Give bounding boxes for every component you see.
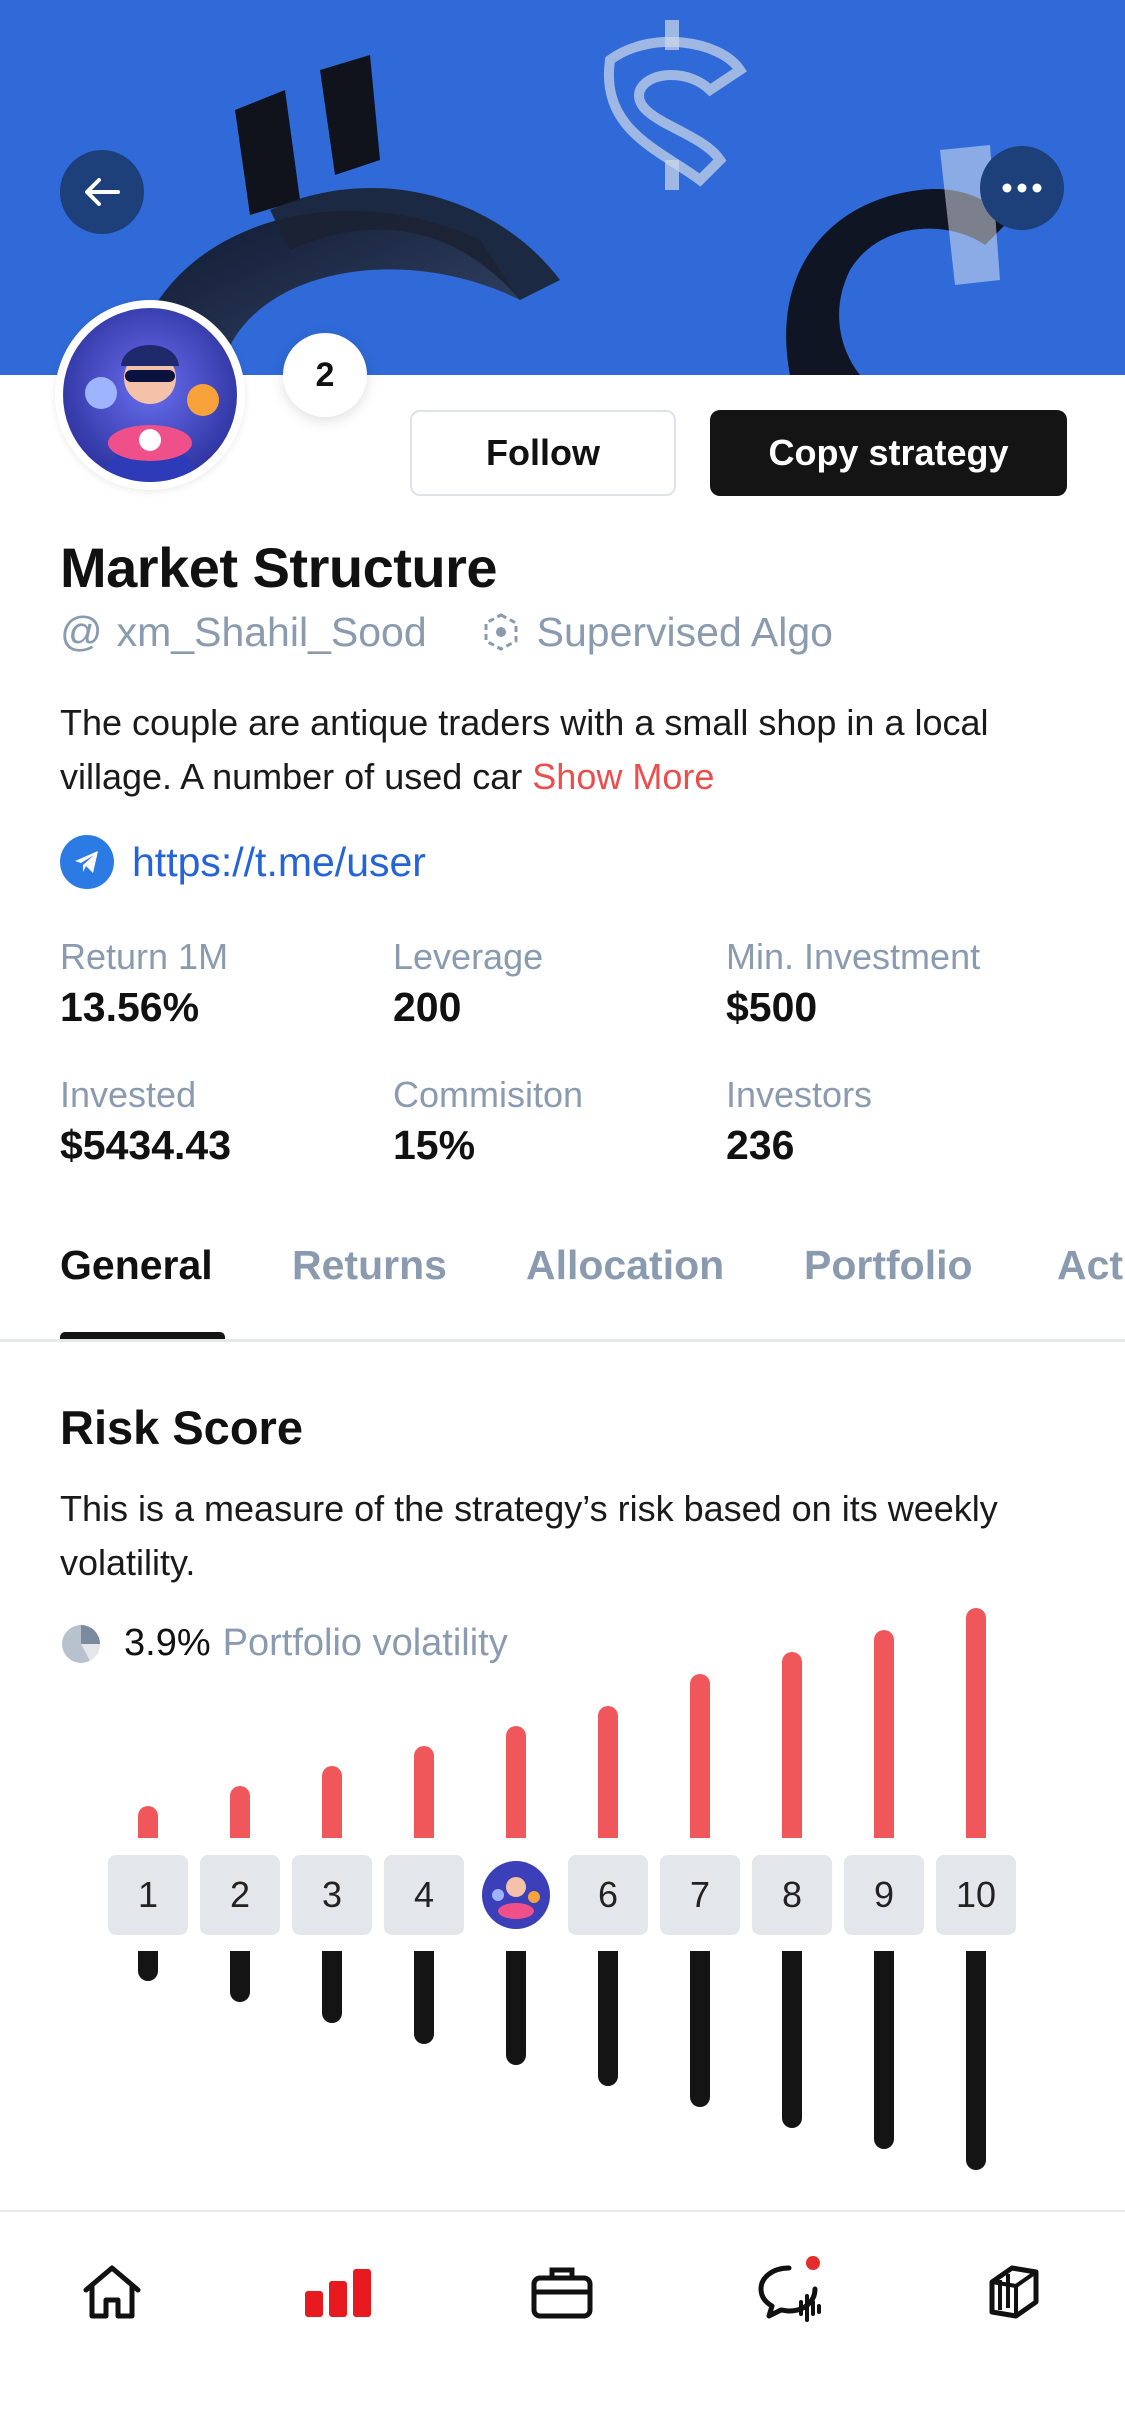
algo-chip-icon <box>481 612 521 652</box>
arrow-left-icon <box>85 178 120 206</box>
copy-strategy-button[interactable]: Copy strategy <box>710 410 1067 496</box>
risk-bar-lower <box>966 1951 986 2170</box>
risk-level-current <box>476 1855 556 1935</box>
chart-bars-icon <box>305 2269 371 2317</box>
stat-value: 15% <box>393 1122 476 1168</box>
description: The couple are antique traders with a sm… <box>60 696 1060 804</box>
risk-avatar-marker <box>478 1857 554 1933</box>
stat-min-investment: Min. Investment $500 <box>726 935 1100 1033</box>
description-text: The couple are antique traders with a sm… <box>60 702 989 797</box>
risk-level-chip: 9 <box>844 1855 924 1935</box>
stat-value: 13.56% <box>60 984 200 1030</box>
nav-more[interactable] <box>972 2252 1052 2332</box>
risk-bar-upper <box>874 1630 894 1838</box>
stat-label: Investors <box>726 1074 873 1115</box>
risk-level-chip: 4 <box>384 1855 464 1935</box>
stat-label: Invested <box>60 1074 197 1115</box>
risk-bar-upper <box>230 1786 250 1838</box>
tab-portfolio[interactable]: Portfolio <box>804 1242 973 1289</box>
risk-bar-lower <box>690 1951 710 2107</box>
stat-label: Leverage <box>393 936 544 977</box>
user-handle[interactable]: xm_Shahil_Sood <box>117 609 427 656</box>
strategy-type: Supervised Algo <box>536 608 833 655</box>
stat-invested: Invested $5434.43 <box>60 1073 393 1171</box>
risk-level-chip: 2 <box>200 1855 280 1935</box>
at-icon: @ <box>60 608 103 655</box>
risk-bar-lower <box>506 1951 526 2065</box>
risk-level-chip: 1 <box>108 1855 188 1935</box>
nav-strategies[interactable] <box>298 2252 378 2332</box>
stat-value: 236 <box>726 1122 795 1168</box>
chat-icon <box>758 2265 821 2322</box>
avatar[interactable] <box>55 300 245 490</box>
stat-investors: Investors 236 <box>726 1073 1100 1171</box>
risk-score-scale: 1 2 3 4 6 7 8 9 10 <box>0 1600 1125 2180</box>
follower-count-badge: 2 <box>283 333 367 417</box>
show-more-link[interactable]: Show More <box>532 756 714 797</box>
nav-portfolio[interactable] <box>522 2252 602 2332</box>
telegram-link[interactable]: https://t.me/user <box>132 839 426 886</box>
telegram-link-row[interactable]: https://t.me/user <box>60 835 426 889</box>
more-dots-icon <box>1002 183 1042 193</box>
risk-bar-lower <box>598 1951 618 2086</box>
tab-general[interactable]: General <box>60 1242 213 1289</box>
stats-grid: Return 1M 13.56% Leverage 200 Min. Inves… <box>60 935 1100 1171</box>
risk-bar-upper <box>598 1706 618 1838</box>
briefcase-icon <box>531 2267 593 2319</box>
risk-bar-upper <box>506 1726 526 1838</box>
tab-bar: General Returns Allocation Portfolio Act… <box>0 1232 1125 1342</box>
back-button[interactable] <box>60 150 144 234</box>
stat-value: 200 <box>393 984 462 1030</box>
avatar-image <box>63 308 237 482</box>
risk-level-chip: 10 <box>936 1855 1016 1935</box>
stat-commission: Commisiton 15% <box>393 1073 726 1171</box>
stat-value: $500 <box>726 984 818 1030</box>
tab-returns[interactable]: Returns <box>292 1242 447 1289</box>
risk-bar-lower <box>874 1951 894 2149</box>
risk-bar-upper <box>782 1652 802 1838</box>
stat-return-1m: Return 1M 13.56% <box>60 935 393 1033</box>
bottom-navigation <box>0 2210 1125 2436</box>
risk-bar-lower <box>322 1951 342 2023</box>
stat-leverage: Leverage 200 <box>393 935 726 1033</box>
risk-bar-upper <box>414 1746 434 1838</box>
risk-bar-upper <box>690 1674 710 1838</box>
layers-icon <box>989 2265 1039 2319</box>
stat-value: $5434.43 <box>60 1122 232 1168</box>
notification-dot <box>806 2256 820 2270</box>
stat-label: Return 1M <box>60 936 229 977</box>
more-options-button[interactable] <box>980 146 1064 230</box>
nav-chat[interactable] <box>752 2252 832 2332</box>
risk-score-description: This is a measure of the strategy’s risk… <box>60 1488 998 1583</box>
risk-level-chip: 3 <box>292 1855 372 1935</box>
risk-bar-lower <box>230 1951 250 2002</box>
risk-bar-upper <box>138 1806 158 1838</box>
nav-home[interactable] <box>72 2252 152 2332</box>
risk-bar-upper <box>966 1608 986 1838</box>
strategy-title: Market Structure <box>60 536 498 599</box>
telegram-icon <box>60 835 114 889</box>
stat-label: Commisiton <box>393 1074 584 1115</box>
risk-bar-lower <box>414 1951 434 2044</box>
risk-level-chip: 7 <box>660 1855 740 1935</box>
risk-score-title: Risk Score <box>60 1401 303 1454</box>
risk-bar-upper <box>322 1766 342 1838</box>
risk-level-chip: 6 <box>568 1855 648 1935</box>
home-icon <box>83 2265 141 2319</box>
follow-button[interactable]: Follow <box>410 410 676 496</box>
risk-bar-lower <box>138 1951 158 1981</box>
risk-level-chip: 8 <box>752 1855 832 1935</box>
tab-allocation[interactable]: Allocation <box>526 1242 724 1289</box>
tab-activity[interactable]: Activity <box>1057 1242 1125 1289</box>
active-tab-indicator <box>60 1332 225 1339</box>
stat-label: Min. Investment <box>726 936 981 977</box>
risk-bar-lower <box>782 1951 802 2128</box>
handle-row: @ xm_Shahil_Sood Supervised Algo <box>60 608 833 656</box>
